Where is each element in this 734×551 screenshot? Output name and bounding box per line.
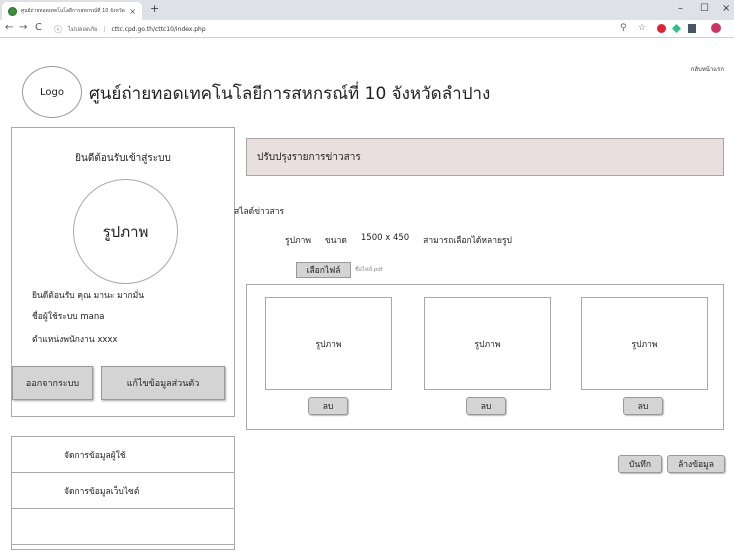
address-bar: ← → C ⓘ ไม่ปลอดภัย | cttc.cpd.go.th/cttc…	[0, 20, 734, 38]
image-slot-label: รูปภาพ	[474, 339, 501, 350]
content-header: ปรับปรุงรายการข่าวสาร	[246, 138, 724, 176]
url-security-label: ไม่ปลอดภัย	[68, 26, 98, 33]
logout-button[interactable]: ออกจากระบบ	[12, 366, 93, 400]
image-slot[interactable]: รูปภาพ	[581, 297, 708, 390]
image-slot-label: รูปภาพ	[315, 339, 342, 350]
menu-item-label: จัดการข้อมูลผู้ใช้	[64, 450, 126, 461]
image-slot[interactable]: รูปภาพ	[424, 297, 551, 390]
menu-item-manage-website[interactable]: จัดการข้อมูลเว็บไซต์	[12, 473, 234, 509]
image-gallery: รูปภาพ ลบ รูปภาพ ลบ รูปภาพ ลบ	[246, 284, 724, 430]
image-spec-row: รูปภาพ ขนาด 1500 x 450 สามารถเลือกได้หลา…	[285, 233, 512, 247]
image-slot-label: รูปภาพ	[631, 339, 658, 350]
bookmark-star-icon[interactable]: ☆	[638, 23, 646, 33]
url-text[interactable]: cttc.cpd.go.th/cttc10/index.php	[111, 26, 205, 33]
new-tab-icon[interactable]: +	[150, 2, 159, 15]
info-icon[interactable]: ⓘ	[54, 24, 62, 35]
avatar-placeholder-text: รูปภาพ	[102, 222, 149, 241]
site-title: ศูนย์ถ่ายทอดเทคโนโลยีการสหกรณ์ที่ 10 จัง…	[89, 84, 491, 104]
minimize-icon[interactable]: –	[678, 3, 683, 14]
user-welcome-line: ยินดีต้อนรับ คุณ มานะ มากมั่น	[32, 291, 145, 301]
choose-file-button[interactable]: เลือกไฟล์	[296, 262, 351, 278]
zoom-icon[interactable]: ⚲	[620, 23, 627, 33]
site-logo[interactable]: Logo	[22, 66, 82, 118]
dimensions-text: 1500 x 450	[360, 233, 410, 243]
extension-document-icon[interactable]	[688, 24, 696, 33]
close-window-icon[interactable]: ×	[722, 3, 730, 14]
url-field[interactable]: ⓘ ไม่ปลอดภัย | cttc.cpd.go.th/cttc10/ind…	[54, 22, 614, 36]
content-title: ปรับปรุงรายการข่าวสาร	[257, 151, 361, 163]
position-line: ตำแหน่งพนักงาน xxxx	[32, 335, 118, 345]
delete-image-button[interactable]: ลบ	[623, 397, 663, 415]
menu-item-label: จัดการข้อมูลเว็บไซต์	[64, 486, 140, 497]
welcome-heading: ยินดีต้อนรับเข้าสู่ระบบ	[75, 153, 171, 164]
site-favicon-icon	[8, 6, 17, 16]
menu-item-manage-users[interactable]: จัดการข้อมูลผู้ใช้	[12, 437, 234, 473]
size-label: ขนาด	[324, 236, 347, 246]
clear-data-button[interactable]: ล้างข้อมูล	[667, 455, 725, 473]
user-avatar: รูปภาพ	[73, 179, 178, 284]
selected-file-name: ชื่อไฟล์.pdf	[355, 267, 383, 273]
tab-title: ศูนย์ถ่ายทอดเทคโนโลยีการสหกรณ์ที่ 10 จัง…	[21, 8, 125, 14]
delete-image-button[interactable]: ลบ	[466, 397, 506, 415]
profile-avatar-icon[interactable]	[711, 23, 721, 33]
delete-image-button[interactable]: ลบ	[308, 397, 348, 415]
logo-text: Logo	[40, 86, 64, 98]
tab-close-icon[interactable]: ×	[129, 7, 136, 16]
user-panel: ยินดีต้อนรับเข้าสู่ระบบ รูปภาพ ยินดีต้อน…	[11, 127, 235, 417]
browser-tab-bar: ศูนย์ถ่ายทอดเทคโนโลยีการสหกรณ์ที่ 10 จัง…	[0, 0, 734, 20]
forward-icon[interactable]: →	[19, 22, 27, 33]
menu-item-empty[interactable]	[12, 509, 234, 545]
multi-select-note: สามารถเลือกได้หลายรูป	[423, 236, 512, 246]
edit-profile-button[interactable]: แก้ไขข้อมูลส่วนตัว	[101, 366, 225, 400]
back-to-home-link[interactable]: กลับหน้าแรก	[691, 64, 724, 74]
slide-news-label: สไลด์ข่าวสาร	[234, 207, 285, 217]
username-line: ชื่อผู้ใช้ระบบ mana	[32, 312, 105, 322]
extension-stop-icon[interactable]	[657, 24, 666, 33]
url-separator: |	[103, 25, 106, 33]
maximize-icon[interactable]: ☐	[700, 3, 709, 14]
extension-leaf-icon[interactable]	[672, 24, 681, 33]
side-menu: จัดการข้อมูลผู้ใช้ จัดการข้อมูลเว็บไซต์	[11, 436, 235, 550]
image-slot[interactable]: รูปภาพ	[265, 297, 392, 390]
browser-tab[interactable]: ศูนย์ถ่ายทอดเทคโนโลยีการสหกรณ์ที่ 10 จัง…	[2, 2, 142, 20]
reload-icon[interactable]: C	[35, 22, 42, 33]
back-icon[interactable]: ←	[5, 22, 13, 33]
save-button[interactable]: บันทึก	[618, 455, 662, 473]
image-spec-label: รูปภาพ	[285, 236, 311, 246]
